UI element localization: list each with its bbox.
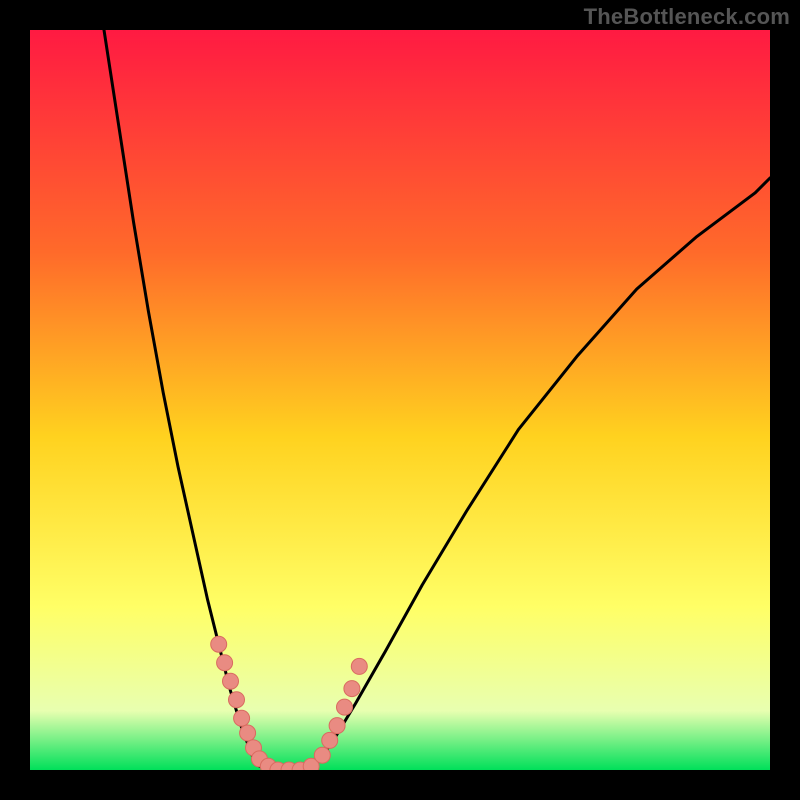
data-marker bbox=[329, 718, 345, 734]
data-marker bbox=[314, 747, 330, 763]
data-marker bbox=[234, 710, 250, 726]
data-marker bbox=[351, 658, 367, 674]
data-marker bbox=[217, 655, 233, 671]
data-marker bbox=[337, 699, 353, 715]
chart-svg bbox=[30, 30, 770, 770]
plot-area bbox=[30, 30, 770, 770]
watermark: TheBottleneck.com bbox=[584, 4, 790, 30]
plot-background bbox=[30, 30, 770, 770]
data-marker bbox=[229, 692, 245, 708]
data-marker bbox=[211, 636, 227, 652]
data-marker bbox=[344, 681, 360, 697]
frame: TheBottleneck.com bbox=[0, 0, 800, 800]
data-marker bbox=[240, 725, 256, 741]
data-marker bbox=[223, 673, 239, 689]
data-marker bbox=[322, 732, 338, 748]
